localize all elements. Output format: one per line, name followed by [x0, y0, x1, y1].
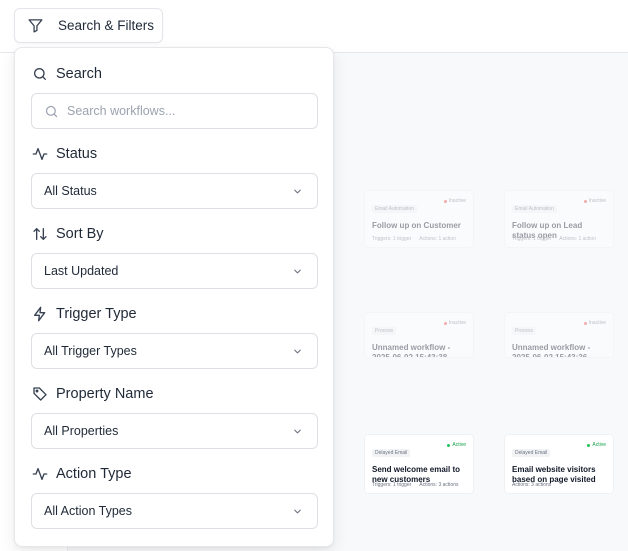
- workflow-meta: Actions: 3 actions: [512, 482, 552, 488]
- workflow-card[interactable]: Delayed Email Active Email website visit…: [504, 434, 614, 494]
- workflow-title: Unnamed workflow - 2025-06-02 15:43:38..…: [372, 343, 454, 358]
- top-bar: Search & Filters: [0, 0, 628, 53]
- workflow-card[interactable]: Process Inactive Unnamed workflow - 2025…: [504, 312, 614, 358]
- status-dot-icon: [443, 199, 447, 203]
- status-dot-icon: [587, 443, 591, 447]
- workflow-tag: Delayed Email: [372, 449, 411, 457]
- chevron-down-icon: [294, 429, 301, 434]
- search-input[interactable]: [67, 104, 307, 118]
- search-input-wrapper[interactable]: [31, 93, 318, 129]
- action-type-select-value: All Action Types: [44, 504, 133, 518]
- search-icon: [34, 68, 46, 80]
- sort-by-select[interactable]: Last Updated: [31, 253, 318, 289]
- status-badge: Inactive: [443, 320, 466, 326]
- action-type-select[interactable]: All Action Types: [31, 493, 318, 529]
- activity-icon: [32, 148, 48, 160]
- status-badge: Inactive: [583, 320, 606, 326]
- workflow-meta: Triggers: 1 trigger Actions: 3 actions: [372, 482, 459, 488]
- chevron-down-icon: [294, 349, 301, 354]
- sort-arrows-icon: [33, 228, 47, 240]
- trigger-type-select[interactable]: All Trigger Types: [31, 333, 318, 369]
- search-icon: [45, 105, 58, 117]
- property-name-select-value: All Properties: [44, 424, 119, 438]
- activity-icon: [32, 468, 48, 480]
- sort-by-select-value: Last Updated: [44, 264, 119, 278]
- trigger-type-select-value: All Trigger Types: [44, 344, 137, 358]
- property-name-section-label: Property Name: [32, 386, 154, 402]
- status-badge: Active: [587, 442, 606, 448]
- filter-funnel-icon: [28, 19, 43, 33]
- lightning-icon: [34, 306, 46, 322]
- workflow-tag: Email Automation: [372, 205, 417, 213]
- chevron-down-icon: [294, 509, 301, 514]
- chevron-down-icon: [294, 189, 301, 194]
- status-dot-icon: [447, 443, 451, 447]
- action-type-section-label: Action Type: [32, 466, 132, 482]
- trigger-type-section-label: Trigger Type: [32, 306, 137, 322]
- workflow-tag: Process: [372, 327, 397, 335]
- workflow-meta: Triggers: 1 trigger Actions: 1 action: [512, 236, 596, 242]
- status-dot-icon: [583, 321, 587, 325]
- status-badge: Inactive: [583, 198, 606, 204]
- workflow-card[interactable]: Process Inactive Unnamed workflow - 2025…: [364, 312, 474, 358]
- workflow-card[interactable]: Email Automation Inactive Follow up on L…: [504, 190, 614, 248]
- workflow-meta: Triggers: 1 trigger Actions: 1 action: [372, 236, 456, 242]
- workflow-tag: Email Automation: [512, 205, 557, 213]
- workflow-card[interactable]: Delayed Email Active Send welcome email …: [364, 434, 474, 494]
- workflow-title: Follow up on Customer: [372, 221, 461, 230]
- status-section-label: Status: [32, 146, 97, 162]
- filters-panel: Search Status All Status Sort By Last Up…: [14, 47, 334, 547]
- workflow-tag: Process: [512, 327, 537, 335]
- status-dot-icon: [583, 199, 587, 203]
- status-badge: Inactive: [443, 198, 466, 204]
- status-dot-icon: [443, 321, 447, 325]
- property-name-select[interactable]: All Properties: [31, 413, 318, 449]
- status-badge: Active: [447, 442, 466, 448]
- search-section-label: Search: [32, 66, 102, 82]
- sort-by-section-label: Sort By: [32, 226, 104, 242]
- chevron-down-icon: [294, 269, 301, 274]
- status-select-value: All Status: [44, 184, 97, 198]
- workflow-tag: Delayed Email: [512, 449, 551, 457]
- workflow-title: Unnamed workflow - 2025-06-02 15:43:36..…: [512, 343, 594, 358]
- status-select[interactable]: All Status: [31, 173, 318, 209]
- search-and-filters-label: Search & Filters: [58, 18, 155, 33]
- tag-icon: [33, 387, 47, 401]
- search-and-filters-button[interactable]: Search & Filters: [14, 8, 163, 43]
- workflow-card[interactable]: Email Automation Inactive Follow up on C…: [364, 190, 474, 248]
